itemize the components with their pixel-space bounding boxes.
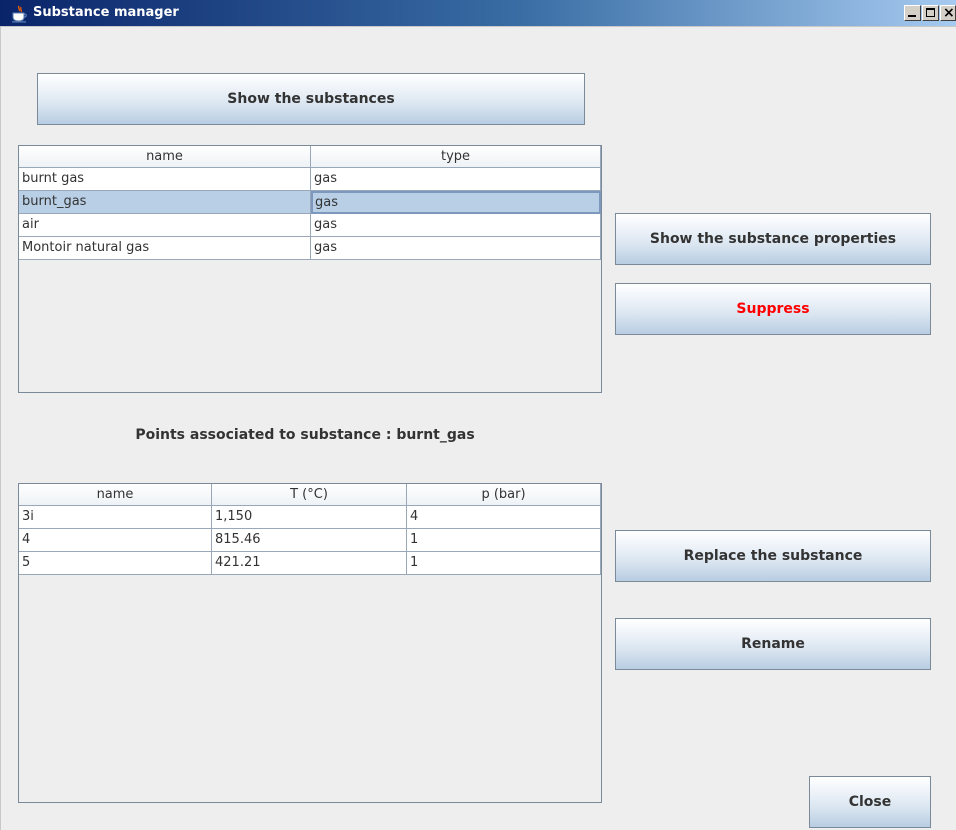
table-row[interactable]: Montoir natural gas gas [19,237,601,260]
column-header-type[interactable]: type [311,146,601,168]
cell-type[interactable]: gas [311,214,601,237]
suppress-button[interactable]: Suppress [615,283,931,335]
points-table[interactable]: name T (°C) p (bar) 3i 1,150 4 4 815.46 … [18,483,602,803]
table-row[interactable]: 3i 1,150 4 [19,506,601,529]
cell-type[interactable]: gas [311,237,601,260]
cell-pressure[interactable]: 1 [407,552,601,575]
close-icon: × [943,5,955,21]
cell-type[interactable]: gas [311,191,601,214]
points-label: Points associated to substance : burnt_g… [135,427,475,443]
column-header-name[interactable]: name [19,484,212,506]
cell-pressure[interactable]: 1 [407,529,601,552]
cell-name[interactable]: burnt_gas [19,191,311,214]
show-substances-button[interactable]: Show the substances [37,73,585,125]
cell-temperature[interactable]: 421.21 [212,552,407,575]
table-row[interactable]: air gas [19,214,601,237]
java-cup-icon [12,5,27,23]
column-header-name[interactable]: name [19,146,311,168]
rename-button[interactable]: Rename [615,618,931,670]
table-row[interactable]: burnt gas gas [19,168,601,191]
cell-temperature[interactable]: 815.46 [212,529,407,552]
cell-name[interactable]: 3i [19,506,212,529]
title-bar: Substance manager × [0,0,956,27]
table-row-selected[interactable]: burnt_gas gas [19,191,601,214]
window-title: Substance manager [33,5,179,20]
table-row[interactable]: 5 421.21 1 [19,552,601,575]
minimize-icon [908,15,916,17]
cell-pressure[interactable]: 4 [407,506,601,529]
minimize-button[interactable] [904,5,921,21]
close-window-button[interactable]: × [940,5,956,21]
cell-name[interactable]: Montoir natural gas [19,237,311,260]
cell-name[interactable]: 4 [19,529,212,552]
cell-type[interactable]: gas [311,168,601,191]
points-table-header: name T (°C) p (bar) [19,484,601,506]
cell-name[interactable]: 5 [19,552,212,575]
show-properties-button[interactable]: Show the substance properties [615,213,931,265]
substances-table[interactable]: name type burnt gas gas burnt_gas gas ai… [18,145,602,393]
cell-temperature[interactable]: 1,150 [212,506,407,529]
cell-name[interactable]: air [19,214,311,237]
maximize-icon [926,8,935,17]
column-header-temperature[interactable]: T (°C) [212,484,407,506]
maximize-button[interactable] [922,5,939,21]
column-header-pressure[interactable]: p (bar) [407,484,601,506]
replace-substance-button[interactable]: Replace the substance [615,530,931,582]
table-row[interactable]: 4 815.46 1 [19,529,601,552]
substances-table-header: name type [19,146,601,168]
cell-name[interactable]: burnt gas [19,168,311,191]
close-button[interactable]: Close [809,776,931,828]
